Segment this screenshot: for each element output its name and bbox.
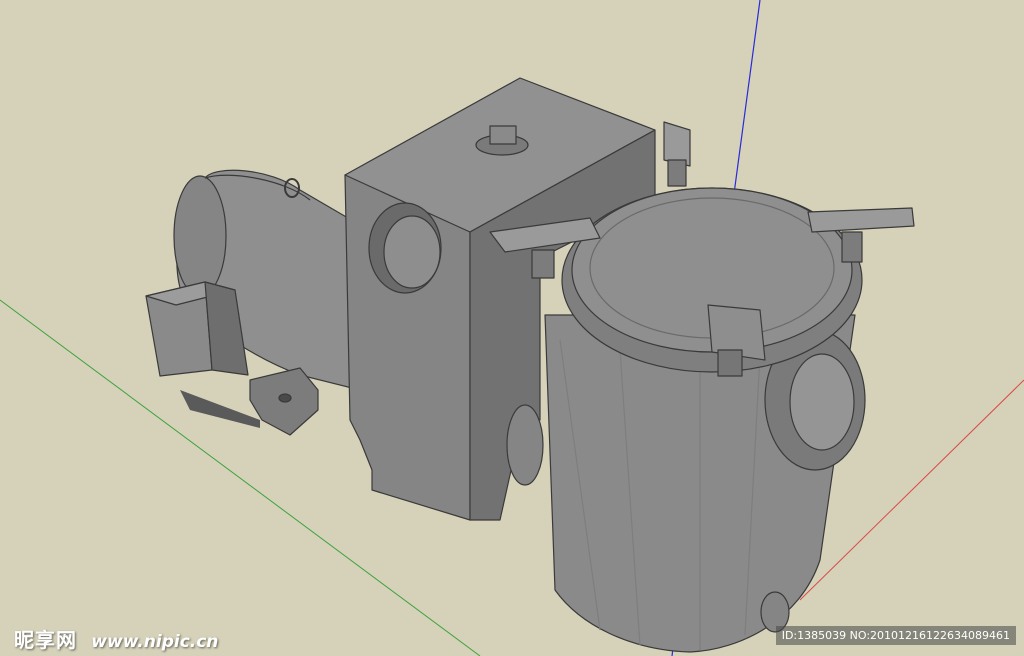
watermark-id: ID:1385039 NO:20101216122634089461 [775,626,1016,645]
watermark-logo-text: 昵享网 [14,628,77,652]
pump-3d-model [145,77,915,653]
watermark-site-text: www.nipic.cn [91,632,219,652]
motor-end-cap [173,175,227,297]
watermark-logo: 昵享网 www.nipic.cn [14,624,218,653]
3d-viewport[interactable] [0,0,1024,656]
lower-pipe [506,404,544,486]
